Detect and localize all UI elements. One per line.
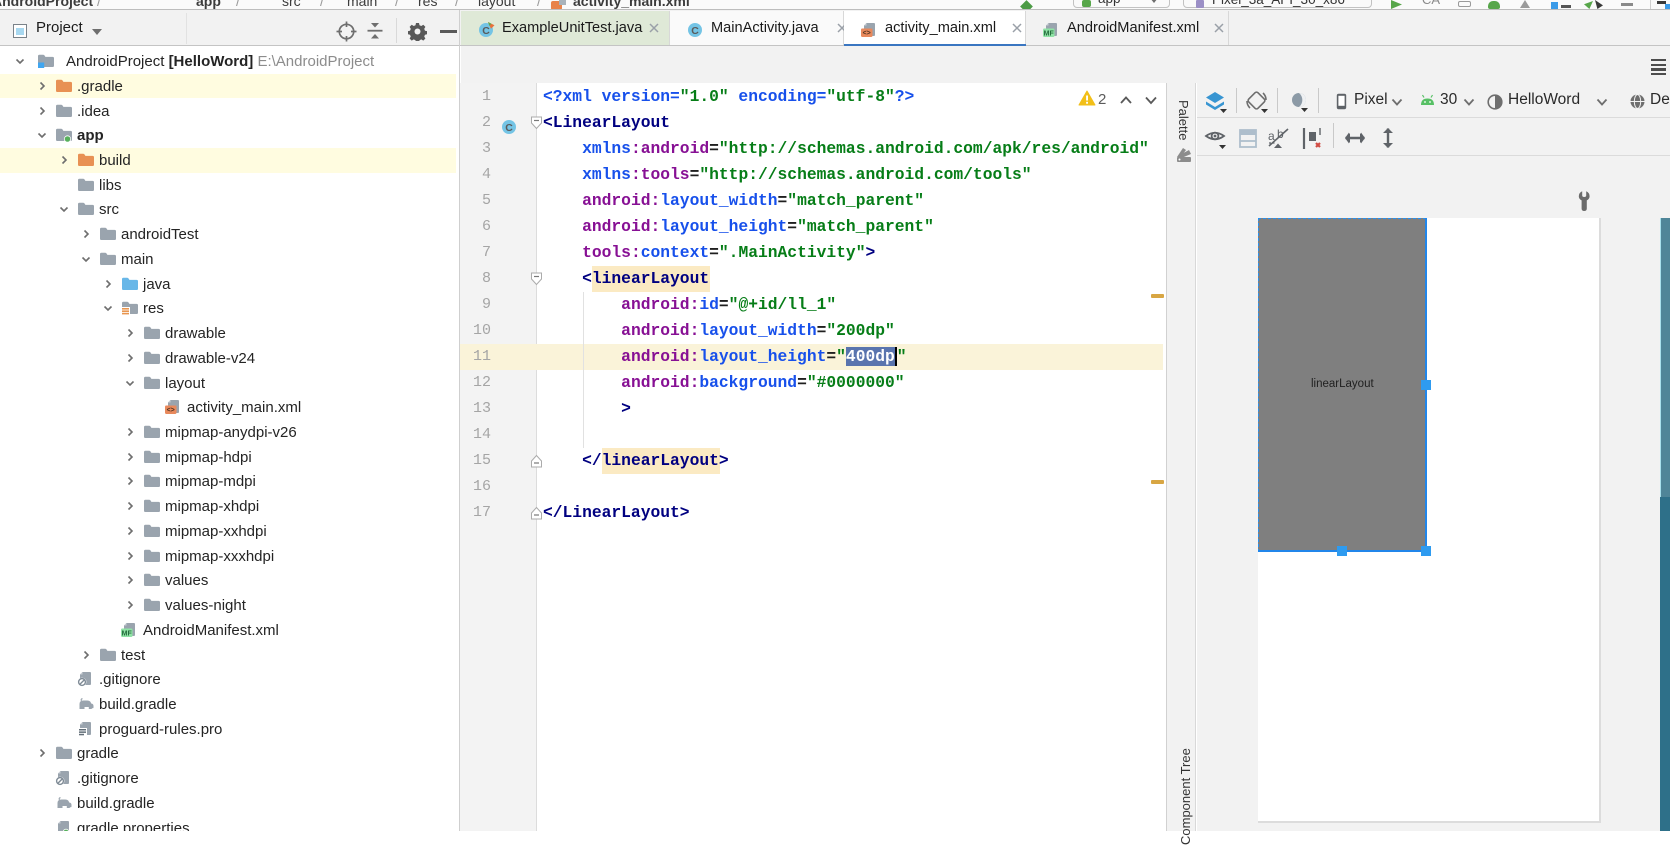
svg-text:C: C [691,25,699,37]
svg-text:<>: <> [863,30,871,37]
svg-text:MF: MF [122,630,133,637]
svg-text:MF: MF [1044,30,1055,37]
svg-text:C: C [482,25,490,37]
svg-text:C: C [505,122,513,134]
svg-text:<>: <> [167,407,175,414]
